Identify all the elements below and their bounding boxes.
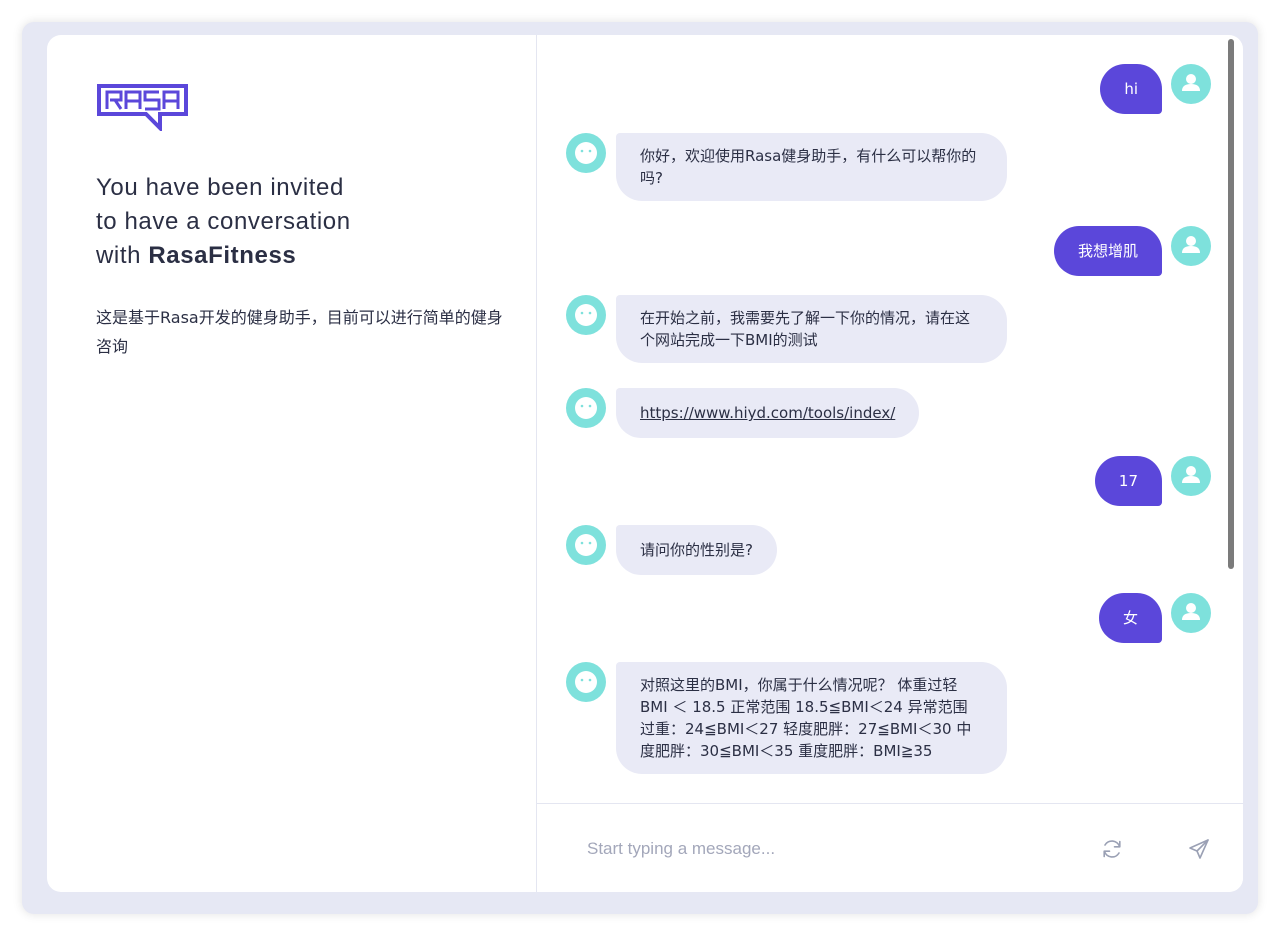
bot-avatar-icon xyxy=(566,295,606,335)
bot-message-bubble: 你好，欢迎使用Rasa健身助手，有什么可以帮你的吗? xyxy=(616,133,1007,201)
user-message-bubble: hi xyxy=(1100,64,1162,114)
bot-avatar-icon xyxy=(566,133,606,173)
message-list[interactable]: hi 你好，欢迎使用Rasa健身助手，有什么可以帮你的吗? 我想增肌 在开始之前… xyxy=(537,35,1243,803)
user-avatar-icon xyxy=(1171,593,1211,633)
chat-card: You have been invited to have a conversa… xyxy=(47,35,1243,892)
bot-description: 这是基于Rasa开发的健身助手，目前可以进行简单的健身咨询 xyxy=(96,308,503,356)
bot-name: RasaFitness xyxy=(148,242,297,269)
user-message-bubble: 我想增肌 xyxy=(1053,226,1162,276)
user-avatar-icon xyxy=(1171,456,1211,496)
invitation-prefix: with xyxy=(96,242,149,269)
intro-panel: You have been invited to have a conversa… xyxy=(47,35,537,892)
rasa-logo xyxy=(96,83,190,133)
message-composer xyxy=(537,803,1243,892)
send-button[interactable] xyxy=(1187,837,1211,861)
user-message-bubble: 女 xyxy=(1098,593,1162,643)
message-scrollbar[interactable] xyxy=(1228,39,1234,569)
invitation-line-2: to have a conversation xyxy=(96,208,351,235)
user-avatar-icon xyxy=(1171,64,1211,104)
chat-panel: hi 你好，欢迎使用Rasa健身助手，有什么可以帮你的吗? 我想增肌 在开始之前… xyxy=(537,35,1243,892)
send-icon xyxy=(1189,839,1209,859)
bot-message-bubble: https://www.hiyd.com/tools/index/ xyxy=(616,388,920,438)
bot-message-bubble: 在开始之前，我需要先了解一下你的情况，请在这个网站完成一下BMI的测试 xyxy=(616,295,1007,363)
bot-avatar-icon xyxy=(566,662,606,702)
bot-message-bubble: 请问你的性别是? xyxy=(616,525,777,575)
message-input[interactable] xyxy=(585,832,1069,866)
user-message-bubble: 17 xyxy=(1094,456,1162,506)
invitation-line-1: You have been invited xyxy=(96,174,344,201)
bot-avatar-icon xyxy=(566,388,606,428)
bot-avatar-icon xyxy=(566,525,606,565)
user-avatar-icon xyxy=(1171,226,1211,266)
invitation-line-3: with RasaFitness xyxy=(96,239,496,273)
refresh-icon xyxy=(1103,840,1121,858)
widget-frame: You have been invited to have a conversa… xyxy=(22,22,1258,914)
bot-message-bubble: 对照这里的BMI，你属于什么情况呢？ 体重过轻 BMI ＜ 18.5 正常范围 … xyxy=(616,662,1007,774)
invitation-heading: You have been invited to have a conversa… xyxy=(96,171,496,273)
restart-conversation-button[interactable] xyxy=(1100,837,1124,861)
bmi-test-link[interactable]: https://www.hiyd.com/tools/index/ xyxy=(640,404,895,422)
